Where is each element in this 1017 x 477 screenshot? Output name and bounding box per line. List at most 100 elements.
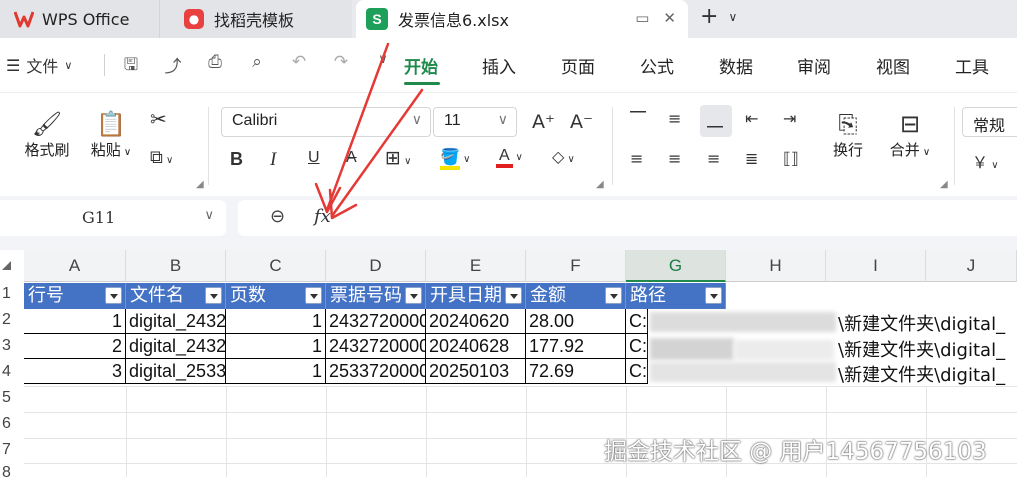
dialog-launcher-icon[interactable]: ◢	[196, 179, 204, 190]
monitor-icon[interactable]: ▭	[635, 9, 649, 27]
dialog-launcher-icon[interactable]: ◢	[596, 179, 604, 190]
name-box[interactable]: G11 ∨	[0, 200, 226, 236]
filter-dropdown-icon[interactable]	[105, 287, 122, 304]
row-header[interactable]: 6	[0, 415, 24, 433]
filter-dropdown-icon[interactable]	[205, 287, 222, 304]
strikethrough-icon[interactable]: A	[346, 149, 357, 167]
merge-button[interactable]: ⊟ 合并 ∨	[882, 109, 938, 160]
chevron-down-icon[interactable]: ∨	[728, 10, 737, 24]
filter-dropdown-icon[interactable]	[405, 287, 422, 304]
scissors-icon[interactable]: ✂	[150, 107, 167, 131]
increase-indent-icon[interactable]: ⇥	[783, 109, 796, 128]
table-header-cell[interactable]: 行号	[24, 283, 126, 309]
tab-review[interactable]: 审阅	[797, 53, 831, 78]
row-header[interactable]: 2	[0, 311, 24, 329]
tab-page[interactable]: 页面	[561, 53, 595, 78]
font-color-icon[interactable]: A ∨	[496, 147, 523, 168]
new-tab-plus-icon[interactable]: +	[700, 4, 718, 29]
table-cell[interactable]: 24327200000	[326, 334, 426, 359]
table-cell[interactable]: digital_2533	[126, 359, 226, 384]
table-cell[interactable]: C:	[626, 309, 648, 334]
table-header-cell[interactable]: 路径	[626, 283, 726, 309]
filter-dropdown-icon[interactable]	[705, 287, 722, 304]
tab-tools[interactable]: 工具	[955, 53, 989, 78]
table-cell[interactable]: 25337200000	[326, 359, 426, 384]
align-bottom-icon[interactable]: ⎽	[707, 109, 723, 129]
close-icon[interactable]: ✕	[663, 9, 676, 27]
column-header-a[interactable]: A	[24, 250, 126, 282]
row-header[interactable]: 7	[0, 441, 24, 459]
table-cell[interactable]: 3	[24, 359, 126, 384]
underline-icon[interactable]: U	[308, 149, 320, 167]
row-header[interactable]: 1	[0, 285, 24, 303]
table-cell[interactable]: 20240620	[426, 309, 526, 334]
column-header-i[interactable]: I	[826, 250, 926, 282]
table-header-cell[interactable]: 票据号码	[326, 283, 426, 309]
row-header[interactable]: 3	[0, 337, 24, 355]
italic-icon[interactable]: I	[270, 149, 276, 171]
table-cell[interactable]: digital_2432	[126, 309, 226, 334]
format-painter-button[interactable]: 🖌 格式刷	[20, 109, 74, 160]
filter-dropdown-icon[interactable]	[505, 287, 522, 304]
table-cell[interactable]: 20240628	[426, 334, 526, 359]
table-header-cell[interactable]: 文件名	[126, 283, 226, 309]
tab-formula[interactable]: 公式	[640, 53, 674, 78]
table-cell[interactable]: 28.00	[526, 309, 626, 334]
row-header[interactable]: 8	[0, 464, 24, 477]
column-header-j[interactable]: J	[926, 250, 1017, 282]
column-header-c[interactable]: C	[226, 250, 326, 282]
table-cell[interactable]: digital_2432	[126, 334, 226, 359]
tab-spreadsheet[interactable]: S 发票信息6.xlsx ▭ ✕	[356, 0, 688, 38]
table-cell[interactable]: C:	[626, 359, 648, 384]
table-cell[interactable]: 177.92	[526, 334, 626, 359]
table-header-cell[interactable]: 金额	[526, 283, 626, 309]
table-cell[interactable]: 1	[24, 309, 126, 334]
align-middle-icon[interactable]: ≡	[668, 109, 681, 128]
align-left-icon[interactable]: ≡	[630, 149, 643, 168]
font-name-select[interactable]: Calibri ∨	[221, 107, 431, 137]
column-header-d[interactable]: D	[326, 250, 426, 282]
column-header-b[interactable]: B	[126, 250, 226, 282]
table-cell[interactable]: 1	[226, 309, 326, 334]
increase-font-icon[interactable]: A⁺	[532, 111, 555, 133]
column-header-e[interactable]: E	[426, 250, 526, 282]
paste-button[interactable]: 📋 粘贴 ∨	[84, 109, 138, 160]
borders-icon[interactable]: ⊞ ∨	[385, 147, 411, 169]
justify-icon[interactable]: ≣	[745, 149, 758, 168]
tab-data[interactable]: 数据	[719, 53, 753, 78]
tab-insert[interactable]: 插入	[482, 53, 516, 78]
table-header-cell[interactable]: 页数	[226, 283, 326, 309]
table-cell[interactable]: 1	[226, 334, 326, 359]
table-header-cell[interactable]: 开具日期	[426, 283, 526, 309]
fill-color-icon[interactable]: 🪣 ∨	[440, 147, 470, 170]
filter-dropdown-icon[interactable]	[305, 287, 322, 304]
tab-home[interactable]: 开始	[404, 53, 438, 78]
wrap-text-button[interactable]: ⎘ 换行	[826, 109, 870, 160]
decrease-font-icon[interactable]: A⁻	[570, 111, 593, 133]
align-top-icon[interactable]: ⎺	[630, 109, 646, 129]
tab-wps-office[interactable]: WPS Office	[0, 0, 160, 38]
zoom-icon[interactable]: ⊖	[270, 206, 285, 227]
font-size-select[interactable]: 11 ∨	[433, 107, 517, 137]
tab-view[interactable]: 视图	[876, 53, 910, 78]
table-cell[interactable]: C:	[626, 334, 648, 359]
table-cell[interactable]: 20250103	[426, 359, 526, 384]
column-header-f[interactable]: F	[526, 250, 626, 282]
currency-icon[interactable]: ￥ ∨	[972, 149, 999, 173]
align-right-icon[interactable]: ≡	[707, 149, 720, 168]
select-all-corner[interactable]	[2, 261, 11, 270]
distribute-icon[interactable]: ⟦⟧	[783, 149, 799, 168]
tab-template[interactable]: ● 找稻壳模板	[160, 0, 352, 38]
fx-icon[interactable]: fx	[314, 206, 331, 227]
bold-icon[interactable]: B	[230, 149, 243, 170]
table-cell[interactable]: 72.69	[526, 359, 626, 384]
table-cell[interactable]: 2	[24, 334, 126, 359]
eraser-icon[interactable]: ◇ ∨	[552, 147, 575, 166]
table-cell[interactable]: 1	[226, 359, 326, 384]
align-center-icon[interactable]: ≡	[668, 149, 681, 168]
column-header-h[interactable]: H	[726, 250, 826, 282]
formula-input[interactable]: ⊖ fx	[238, 200, 1017, 236]
table-cell[interactable]: 24327200000	[326, 309, 426, 334]
decrease-indent-icon[interactable]: ⇤	[745, 109, 758, 128]
dialog-launcher-icon[interactable]: ◢	[940, 179, 948, 190]
